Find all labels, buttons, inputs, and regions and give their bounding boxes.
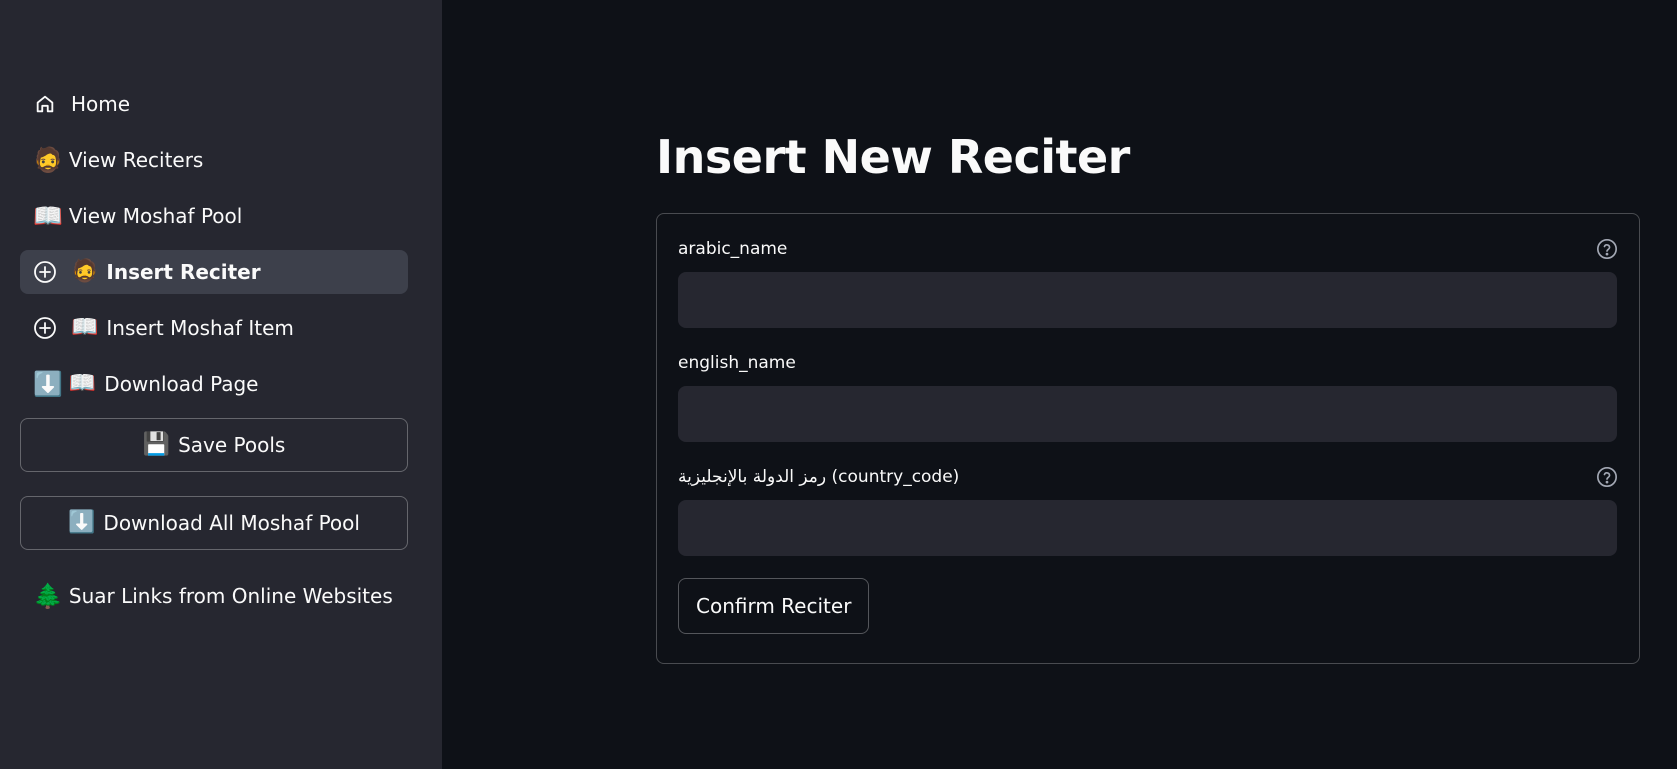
sidebar-item-label: View Moshaf Pool — [68, 204, 243, 228]
insert-reciter-form: arabic_name english_name رمز الدولة بالإ… — [656, 213, 1640, 664]
confirm-reciter-button[interactable]: Confirm Reciter — [678, 578, 870, 634]
sidebar-item-view-reciters[interactable]: 🧔 View Reciters — [20, 138, 408, 182]
home-icon — [33, 92, 57, 116]
evergreen-tree-icon: 🌲 — [33, 582, 63, 610]
sidebar-item-label: Suar Links from Online Websites — [68, 584, 393, 608]
open-book-icon: 📖 — [33, 202, 63, 230]
sidebar-item-label: Insert Moshaf Item — [106, 316, 294, 340]
sidebar: Home 🧔 View Reciters 📖 View Moshaf Pool … — [0, 0, 442, 769]
save-pools-button[interactable]: 💾 Save Pools — [20, 418, 408, 472]
sidebar-item-label: Download Page — [104, 372, 259, 396]
plus-circle-icon — [33, 260, 57, 284]
bearded-person-icon: 🧔 — [71, 259, 99, 284]
save-pools-label: Save Pools — [178, 433, 286, 457]
sidebar-item-label: Home — [71, 92, 131, 116]
country-code-label: رمز الدولة بالإنجليزية (country_code) — [678, 467, 960, 487]
bearded-person-icon: 🧔 — [33, 146, 63, 174]
main-content: Insert New Reciter arabic_name english_n… — [442, 0, 1677, 769]
country-code-field: رمز الدولة بالإنجليزية (country_code) — [678, 464, 1618, 556]
help-icon[interactable] — [1596, 466, 1618, 488]
page-title: Insert New Reciter — [656, 130, 1130, 184]
open-book-icon: 📖 — [71, 315, 99, 340]
sidebar-item-download-page[interactable]: ⬇️ 📖 Download Page — [20, 362, 408, 406]
sidebar-item-label: Insert Reciter — [106, 260, 261, 284]
english-name-input[interactable] — [678, 386, 1617, 442]
down-arrow-icon: ⬇️ — [68, 510, 96, 535]
floppy-disk-icon: 💾 — [142, 432, 171, 457]
plus-circle-icon — [33, 316, 57, 340]
sidebar-item-view-moshaf-pool[interactable]: 📖 View Moshaf Pool — [20, 194, 408, 238]
arabic-name-input[interactable] — [678, 272, 1617, 328]
english-name-field: english_name — [678, 350, 1618, 442]
sidebar-item-insert-moshaf-item[interactable]: 📖 Insert Moshaf Item — [20, 306, 408, 350]
download-all-label: Download All Moshaf Pool — [103, 511, 360, 535]
sidebar-item-label: View Reciters — [68, 148, 204, 172]
arabic-name-field: arabic_name — [678, 236, 1618, 328]
arabic-name-label: arabic_name — [678, 239, 788, 259]
sidebar-item-insert-reciter[interactable]: 🧔 Insert Reciter — [20, 250, 408, 294]
open-book-icon: 📖 — [68, 371, 97, 396]
sidebar-item-suar-links[interactable]: 🌲 Suar Links from Online Websites — [20, 574, 408, 618]
download-all-moshaf-pool-button[interactable]: ⬇️ Download All Moshaf Pool — [20, 496, 408, 550]
help-icon[interactable] — [1596, 238, 1618, 260]
sidebar-item-home[interactable]: Home — [20, 82, 408, 126]
country-code-input[interactable] — [678, 500, 1617, 556]
english-name-label: english_name — [678, 353, 796, 373]
down-arrow-icon: ⬇️ — [33, 370, 63, 398]
